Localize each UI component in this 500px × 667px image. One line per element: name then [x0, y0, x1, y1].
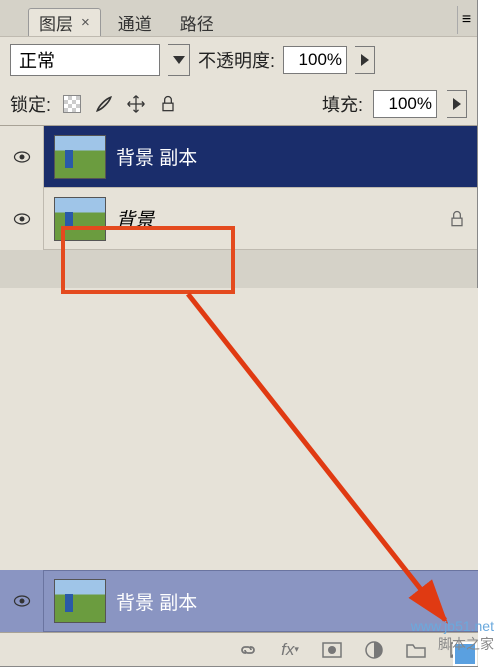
- tab-layers[interactable]: 图层 ×: [28, 8, 101, 36]
- layer-name[interactable]: 背景: [116, 205, 437, 232]
- adjustment-layer-button[interactable]: [362, 638, 386, 662]
- lock-transparency-button[interactable]: [61, 93, 83, 115]
- opacity-label: 不透明度:: [198, 47, 275, 73]
- lock-all-button[interactable]: [157, 93, 179, 115]
- layer-style-button[interactable]: fx▾: [278, 638, 302, 662]
- layer-mask-button[interactable]: [320, 638, 344, 662]
- mask-icon: [320, 638, 344, 662]
- layer-thumbnail[interactable]: [54, 135, 106, 179]
- lock-icon: [158, 94, 178, 114]
- watermark: www.jb51.net 脚本之家: [411, 617, 494, 653]
- lock-icon: [447, 209, 467, 229]
- layer-row[interactable]: 背景: [0, 188, 477, 250]
- close-icon[interactable]: ×: [81, 14, 90, 31]
- tab-paths[interactable]: 路径: [169, 8, 225, 36]
- eye-icon: [12, 209, 32, 229]
- move-icon: [126, 94, 146, 114]
- fill-value: 100%: [389, 94, 432, 114]
- visibility-toggle: [0, 570, 44, 632]
- opacity-stepper[interactable]: [355, 46, 375, 74]
- brush-icon: [94, 94, 114, 114]
- layer-thumbnail: [54, 579, 106, 623]
- lock-buttons: [61, 93, 179, 115]
- opacity-field[interactable]: 100%: [283, 46, 347, 74]
- lock-position-button[interactable]: [125, 93, 147, 115]
- tab-label: 通道: [118, 10, 152, 35]
- watermark-site: 脚本之家: [411, 635, 494, 653]
- layer-name: 背景 副本: [116, 588, 478, 615]
- transparency-icon: [63, 95, 81, 113]
- layer-name[interactable]: 背景 副本: [116, 143, 477, 170]
- fill-label: 填充:: [322, 91, 363, 117]
- eye-icon: [12, 591, 32, 611]
- blend-mode-select[interactable]: 正常: [10, 44, 160, 76]
- layers-panel: 图层 × 通道 路径 ≡ 正常 不透明度: 100% 锁定: 填充:: [0, 0, 478, 667]
- chevron-right-icon: [361, 54, 369, 66]
- fill-field[interactable]: 100%: [373, 90, 437, 118]
- layer-toolbar: fx▾: [0, 632, 478, 666]
- opacity-value: 100%: [299, 50, 342, 70]
- tab-label: 图层: [39, 10, 73, 35]
- adjustment-icon: [362, 638, 386, 662]
- blend-mode-dropdown-button[interactable]: [168, 44, 190, 76]
- panel-tabs: 图层 × 通道 路径 ≡: [0, 0, 477, 36]
- drop-target-preview: 背景 副本: [0, 570, 478, 632]
- eye-icon: [12, 147, 32, 167]
- lock-label: 锁定:: [10, 91, 51, 117]
- watermark-url: www.jb51.net: [411, 617, 494, 635]
- fx-icon: fx: [281, 640, 294, 660]
- blend-mode-value: 正常: [19, 47, 55, 73]
- tab-channels[interactable]: 通道: [107, 8, 163, 36]
- link-icon: [236, 638, 260, 662]
- layer-thumbnail[interactable]: [54, 197, 106, 241]
- panel-menu-icon[interactable]: ≡: [457, 6, 475, 34]
- visibility-toggle[interactable]: [0, 188, 44, 250]
- chevron-down-icon: [173, 56, 185, 64]
- layer-list-empty-area[interactable]: [0, 288, 478, 570]
- link-layers-button[interactable]: [236, 638, 260, 662]
- layer-list: 背景 副本 背景: [0, 126, 477, 250]
- layer-lock-indicator: [437, 209, 477, 229]
- lock-pixels-button[interactable]: [93, 93, 115, 115]
- fill-stepper[interactable]: [447, 90, 467, 118]
- blend-row: 正常 不透明度: 100%: [0, 36, 477, 82]
- chevron-right-icon: [453, 98, 461, 110]
- layer-row[interactable]: 背景 副本: [0, 126, 477, 188]
- visibility-toggle[interactable]: [0, 126, 44, 188]
- lock-row: 锁定: 填充: 100%: [0, 82, 477, 126]
- tab-label: 路径: [180, 10, 214, 35]
